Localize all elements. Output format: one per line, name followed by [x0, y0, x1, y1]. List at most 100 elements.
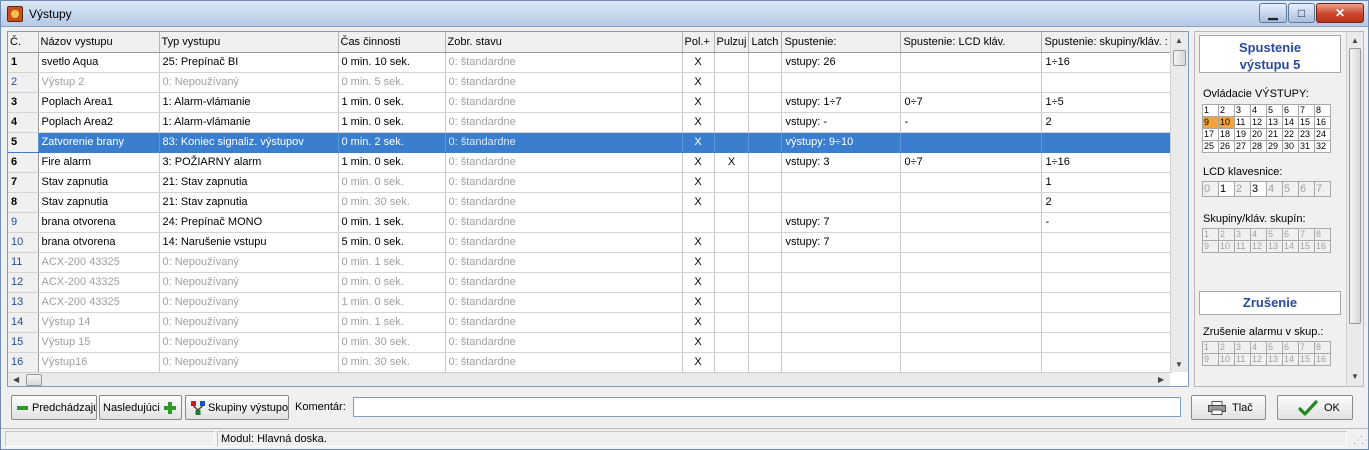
row-number[interactable]: 14 — [8, 312, 39, 333]
state-display[interactable]: 0: štandardne — [445, 212, 683, 233]
activation-lcd[interactable] — [900, 52, 1043, 73]
active-time[interactable]: 1 min. 0 sek. — [338, 92, 446, 113]
grid-cell[interactable]: 6 — [1282, 228, 1299, 241]
output-type[interactable]: 21: Stav zapnutia — [159, 172, 339, 193]
activation-groups[interactable] — [1041, 72, 1173, 93]
output-name[interactable]: Výstup 15 — [38, 332, 160, 353]
activation-lcd[interactable] — [900, 212, 1043, 233]
latch-flag[interactable] — [748, 132, 783, 153]
active-time[interactable]: 0 min. 1 sek. — [338, 252, 446, 273]
state-display[interactable]: 0: štandardne — [445, 352, 683, 373]
state-display[interactable]: 0: štandardne — [445, 152, 683, 173]
grid-cell[interactable]: 20 — [1250, 128, 1267, 141]
table-row[interactable]: 13 ACX-200 43325 0: Nepoužívaný 1 min. 0 se… — [8, 292, 1173, 313]
table-row[interactable]: 3 Poplach Area1 1: Alarm-vlámanie 1 min. 0 … — [8, 92, 1173, 113]
latch-flag[interactable] — [748, 152, 783, 173]
active-time[interactable]: 0 min. 0 sek. — [338, 172, 446, 193]
pulse-flag[interactable] — [714, 192, 750, 213]
lcd-key-cell[interactable]: 1 — [1218, 181, 1235, 197]
grid-cell[interactable]: 14 — [1282, 240, 1299, 253]
polarity-flag[interactable]: X — [682, 132, 715, 153]
row-number[interactable]: 8 — [8, 192, 39, 213]
panel-vertical-scrollbar[interactable]: ▲ ▼ — [1346, 32, 1363, 386]
activation-lcd[interactable] — [900, 292, 1043, 313]
activation-groups[interactable]: 1÷5 — [1041, 92, 1173, 113]
grid-cell[interactable]: 25 — [1202, 140, 1219, 153]
lcd-key-cell[interactable]: 2 — [1234, 181, 1251, 197]
activation-groups[interactable]: 1÷16 — [1041, 152, 1173, 173]
grid-hscroll-thumb[interactable] — [26, 374, 42, 386]
scroll-left-icon[interactable]: ◀ — [13, 375, 19, 384]
grid-cell[interactable]: 12 — [1250, 353, 1267, 366]
pulse-flag[interactable] — [714, 52, 750, 73]
pulse-flag[interactable] — [714, 252, 750, 273]
state-display[interactable]: 0: štandardne — [445, 92, 683, 113]
output-type[interactable]: 1: Alarm-vlámanie — [159, 112, 339, 133]
activation[interactable]: vstupy: 7 — [781, 232, 902, 253]
row-number[interactable]: 2 — [8, 72, 39, 93]
output-name[interactable]: Výstup 14 — [38, 312, 160, 333]
grid-cell[interactable]: 11 — [1234, 240, 1251, 253]
latch-flag[interactable] — [748, 52, 783, 73]
grid-cell[interactable]: 1 — [1202, 228, 1219, 241]
row-number[interactable]: 9 — [8, 212, 39, 233]
activation-lcd[interactable] — [900, 272, 1043, 293]
activation-groups[interactable]: - — [1041, 212, 1173, 233]
row-number[interactable]: 12 — [8, 272, 39, 293]
pulse-flag[interactable] — [714, 112, 750, 133]
lcd-key-cell[interactable]: 7 — [1314, 181, 1331, 197]
activation-groups[interactable] — [1041, 332, 1173, 353]
grid-cell[interactable]: 29 — [1266, 140, 1283, 153]
active-time[interactable]: 0 min. 30 sek. — [338, 352, 446, 373]
row-number[interactable]: 16 — [8, 352, 39, 373]
grid-cell[interactable]: 3 — [1234, 228, 1251, 241]
column-header[interactable]: Čas činnosti — [338, 32, 446, 53]
pulse-flag[interactable] — [714, 212, 750, 233]
polarity-flag[interactable]: X — [682, 292, 715, 313]
active-time[interactable]: 0 min. 1 sek. — [338, 212, 446, 233]
grid-cell[interactable]: 1 — [1202, 341, 1219, 354]
state-display[interactable]: 0: štandardne — [445, 292, 683, 313]
activation-lcd[interactable] — [900, 232, 1043, 253]
grid-cell[interactable]: 24 — [1314, 128, 1331, 141]
activation-groups[interactable] — [1041, 272, 1173, 293]
latch-flag[interactable] — [748, 352, 783, 373]
state-display[interactable]: 0: štandardne — [445, 272, 683, 293]
grid-cell[interactable]: 14 — [1282, 353, 1299, 366]
state-display[interactable]: 0: štandardne — [445, 252, 683, 273]
latch-flag[interactable] — [748, 112, 783, 133]
active-time[interactable]: 0 min. 1 sek. — [338, 312, 446, 333]
scroll-up-icon[interactable]: ▲ — [1175, 36, 1183, 45]
polarity-flag[interactable]: X — [682, 252, 715, 273]
output-name[interactable]: Výstup16 — [38, 352, 160, 373]
state-display[interactable]: 0: štandardne — [445, 232, 683, 253]
panel-scroll-down-icon[interactable]: ▼ — [1351, 372, 1359, 381]
polarity-flag[interactable]: X — [682, 52, 715, 73]
table-row[interactable]: 10 brana otvorena 14: Narušenie vstupu 5 mi… — [8, 232, 1173, 253]
grid-cell[interactable]: 21 — [1266, 128, 1283, 141]
polarity-flag[interactable]: X — [682, 352, 715, 373]
grid-cell[interactable]: 3 — [1234, 104, 1251, 117]
lcd-key-cell[interactable]: 3 — [1250, 181, 1267, 197]
state-display[interactable]: 0: štandardne — [445, 332, 683, 353]
grid-cell[interactable]: 8 — [1314, 341, 1331, 354]
activation-groups[interactable] — [1041, 352, 1173, 373]
grid-cell[interactable]: 13 — [1266, 240, 1283, 253]
output-name[interactable]: Fire alarm — [38, 152, 160, 173]
polarity-flag[interactable]: X — [682, 312, 715, 333]
activation[interactable]: výstupy: 9÷10 — [781, 132, 902, 153]
activation[interactable]: vstupy: 3 — [781, 152, 902, 173]
table-row[interactable]: 8 Stav zapnutia 21: Stav zapnutia 0 min. 30… — [8, 192, 1173, 213]
output-type[interactable]: 0: Nepoužívaný — [159, 272, 339, 293]
grid-cell[interactable]: 11 — [1234, 116, 1251, 129]
table-row[interactable]: 12 ACX-200 43325 0: Nepoužívaný 0 min. 0 se… — [8, 272, 1173, 293]
grid-cell[interactable]: 17 — [1202, 128, 1219, 141]
activation-groups[interactable]: 1 — [1041, 172, 1173, 193]
output-type[interactable]: 0: Nepoužívaný — [159, 352, 339, 373]
activation-groups[interactable] — [1041, 292, 1173, 313]
polarity-flag[interactable]: X — [682, 192, 715, 213]
minimize-button[interactable]: ▁ — [1259, 3, 1287, 23]
grid-cell[interactable]: 14 — [1282, 116, 1299, 129]
column-header[interactable]: Spustenie: LCD kláv. — [900, 32, 1043, 53]
panel-scroll-thumb[interactable] — [1349, 48, 1361, 324]
